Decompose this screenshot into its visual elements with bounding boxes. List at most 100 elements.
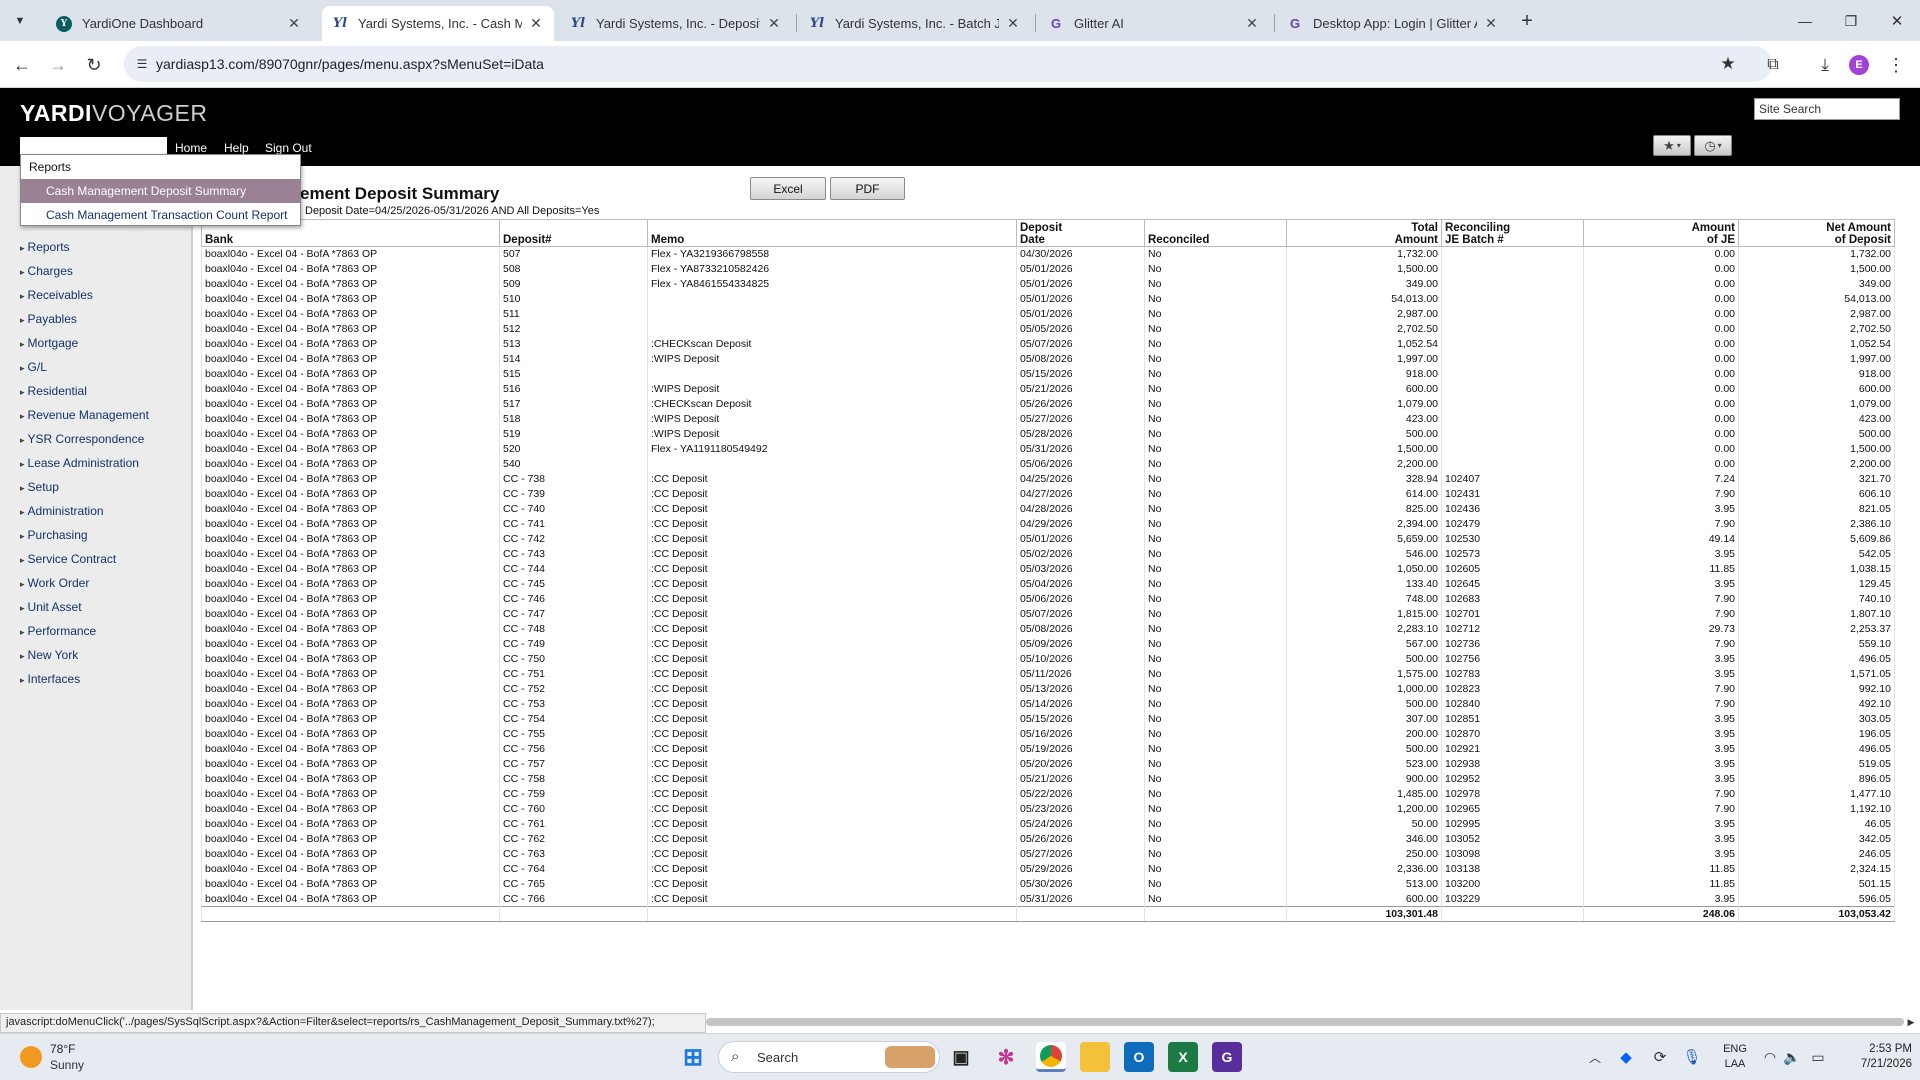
taskbar-search-box[interactable]: ⌕ Search [718,1041,940,1073]
table-row[interactable]: boaxl04o - Excel 04 - BofA *7863 OP CC - … [201,576,1895,592]
tab-search-icon[interactable]: ▼ [8,10,32,32]
nav-sign-out[interactable]: Sign Out [265,141,312,155]
outlook-icon[interactable]: O [1124,1042,1154,1072]
microphone-icon[interactable]: 🎙 [1682,1047,1702,1067]
table-row[interactable]: boaxl04o - Excel 04 - BofA *7863 OP 516:W… [201,381,1895,397]
extensions-icon[interactable]: ⧉ [1760,52,1786,78]
sync-icon[interactable]: ⟳ [1650,1047,1670,1067]
table-row[interactable]: boaxl04o - Excel 04 - BofA *7863 OP 514:W… [201,351,1895,367]
col-deposit-date[interactable]: Deposit Date [1016,219,1145,247]
table-row[interactable]: boaxl04o - Excel 04 - BofA *7863 OP CC - … [201,786,1895,802]
col-deposit-number[interactable]: Deposit# [499,219,648,247]
dropdown-item-deposit-summary[interactable]: Cash Management Deposit Summary [21,179,300,203]
col-net-amount[interactable]: Net Amount of Deposit [1738,219,1895,247]
col-total-amount[interactable]: Total Amount [1286,219,1442,247]
close-icon[interactable]: ✕ [286,15,302,32]
table-row[interactable]: boaxl04o - Excel 04 - BofA *7863 OP CC - … [201,561,1895,577]
menu-search-input[interactable] [20,137,167,154]
col-reconciled[interactable]: Reconciled [1144,219,1287,247]
reload-icon[interactable]: ↻ [80,52,108,78]
nav-home[interactable]: Home [175,141,207,155]
nav-purchasing[interactable]: Purchasing [20,528,88,542]
table-row[interactable]: boaxl04o - Excel 04 - BofA *7863 OP CC - … [201,486,1895,502]
table-row[interactable]: boaxl04o - Excel 04 - BofA *7863 OP CC - … [201,546,1895,562]
site-info-icon[interactable]: ☰ [134,56,150,72]
clock[interactable]: 2:53 PM 7/21/2026 [1840,1042,1912,1072]
nav-new-york[interactable]: New York [20,648,79,662]
col-reconciling-je-batch[interactable]: Reconciling JE Batch # [1441,219,1584,247]
task-view-icon[interactable]: ▣ [946,1042,976,1072]
nav-payables[interactable]: Payables [20,312,77,326]
browser-menu-icon[interactable]: ⋮ [1884,52,1908,78]
nav-interfaces[interactable]: Interfaces [20,672,81,686]
table-row[interactable]: boaxl04o - Excel 04 - BofA *7863 OP 509 Fl… [201,276,1895,292]
glitter-app-icon[interactable]: G [1212,1042,1242,1072]
close-icon[interactable]: ✕ [766,15,782,32]
table-row[interactable]: boaxl04o - Excel 04 - BofA *7863 OP CC - … [201,726,1895,742]
nav-setup[interactable]: Setup [20,480,59,494]
window-close-icon[interactable]: ✕ [1874,9,1920,33]
bookmark-star-icon[interactable]: ★ [1716,52,1740,76]
battery-icon[interactable]: ▭ [1806,1047,1830,1067]
omnibox[interactable]: ☰ yardiasp13.com/89070gnr/pages/menu.asp… [124,46,1772,82]
col-amount-of-je[interactable]: Amount of JE [1583,219,1739,247]
table-row[interactable]: boaxl04o - Excel 04 - BofA *7863 OP CC - … [201,636,1895,652]
scroll-right-icon[interactable]: ▶ [1904,1015,1918,1029]
new-tab-icon[interactable]: + [1515,9,1539,33]
nav-mortgage[interactable]: Mortgage [20,336,79,350]
close-icon[interactable]: ✕ [1244,15,1260,32]
tab-batch-journal[interactable]: Yl Yardi Systems, Inc. - Batch Journ ✕ [799,6,1031,41]
volume-icon[interactable]: 🔈 [1782,1047,1802,1067]
table-row[interactable]: boaxl04o - Excel 04 - BofA *7863 OP 518:W… [201,411,1895,427]
excel-icon[interactable]: X [1168,1042,1198,1072]
table-row[interactable]: boaxl04o - Excel 04 - BofA *7863 OP CC - … [201,876,1895,892]
table-row[interactable]: boaxl04o - Excel 04 - BofA *7863 OP CC - … [201,531,1895,547]
excel-button[interactable]: Excel [750,177,826,200]
nav-receivables[interactable]: Receivables [20,288,93,302]
show-hidden-icons[interactable]: ︿ [1586,1048,1604,1066]
tab-cash-management[interactable]: Yl Yardi Systems, Inc. - Cash Mana ✕ [322,6,554,41]
chrome-icon[interactable] [1036,1042,1066,1072]
table-row[interactable]: boaxl04o - Excel 04 - BofA *7863 OP CC - … [201,771,1895,787]
horizontal-scrollbar[interactable] [706,1018,1904,1026]
wifi-icon[interactable]: ◠ [1760,1047,1780,1067]
table-row[interactable]: boaxl04o - Excel 04 - BofA *7863 OP CC - … [201,741,1895,757]
tab-yardione-dashboard[interactable]: Y YardiOne Dashboard ✕ [46,6,312,41]
table-row[interactable]: boaxl04o - Excel 04 - BofA *7863 OP 513:C… [201,336,1895,352]
nav-unit-asset[interactable]: Unit Asset [20,600,82,614]
table-row[interactable]: boaxl04o - Excel 04 - BofA *7863 OP CC - … [201,846,1895,862]
restore-icon[interactable]: ❐ [1828,9,1874,33]
table-row[interactable]: boaxl04o - Excel 04 - BofA *7863 OP CC - … [201,891,1895,907]
tab-glitter-ai[interactable]: G Glitter AI ✕ [1038,6,1270,41]
close-icon[interactable]: ✕ [1483,15,1499,32]
table-row[interactable]: boaxl04o - Excel 04 - BofA *7863 OP 510 05… [201,291,1895,307]
table-row[interactable]: boaxl04o - Excel 04 - BofA *7863 OP 517:C… [201,396,1895,412]
nav-help[interactable]: Help [224,141,249,155]
table-row[interactable]: boaxl04o - Excel 04 - BofA *7863 OP CC - … [201,861,1895,877]
table-row[interactable]: boaxl04o - Excel 04 - BofA *7863 OP 511 05… [201,306,1895,322]
table-row[interactable]: boaxl04o - Excel 04 - BofA *7863 OP CC - … [201,756,1895,772]
table-row[interactable]: boaxl04o - Excel 04 - BofA *7863 OP 519:W… [201,426,1895,442]
back-icon[interactable]: ← [8,52,36,78]
minimize-icon[interactable]: — [1782,9,1828,33]
table-row[interactable]: boaxl04o - Excel 04 - BofA *7863 OP CC - … [201,516,1895,532]
table-row[interactable]: boaxl04o - Excel 04 - BofA *7863 OP CC - … [201,816,1895,832]
forward-icon[interactable]: → [44,52,72,78]
table-row[interactable]: boaxl04o - Excel 04 - BofA *7863 OP CC - … [201,696,1895,712]
nav-lease-administration[interactable]: Lease Administration [20,456,139,470]
table-row[interactable]: boaxl04o - Excel 04 - BofA *7863 OP CC - … [201,471,1895,487]
table-row[interactable]: boaxl04o - Excel 04 - BofA *7863 OP 507 Fl… [201,246,1895,262]
profile-avatar[interactable]: E [1849,55,1869,75]
nav-work-order[interactable]: Work Order [20,576,90,590]
site-search-input[interactable]: Site Search [1754,98,1900,120]
table-row[interactable]: boaxl04o - Excel 04 - BofA *7863 OP CC - … [201,501,1895,517]
table-row[interactable]: boaxl04o - Excel 04 - BofA *7863 OP CC - … [201,711,1895,727]
col-memo[interactable]: Memo [647,219,1017,247]
table-row[interactable]: boaxl04o - Excel 04 - BofA *7863 OP 520 Fl… [201,441,1895,457]
slack-icon[interactable]: ✻ [991,1042,1021,1072]
start-windows-icon[interactable]: ⊞ [678,1042,708,1072]
table-row[interactable]: boaxl04o - Excel 04 - BofA *7863 OP CC - … [201,621,1895,637]
table-row[interactable]: boaxl04o - Excel 04 - BofA *7863 OP CC - … [201,651,1895,667]
table-row[interactable]: boaxl04o - Excel 04 - BofA *7863 OP 508 Fl… [201,261,1895,277]
close-icon[interactable]: ✕ [528,15,544,32]
